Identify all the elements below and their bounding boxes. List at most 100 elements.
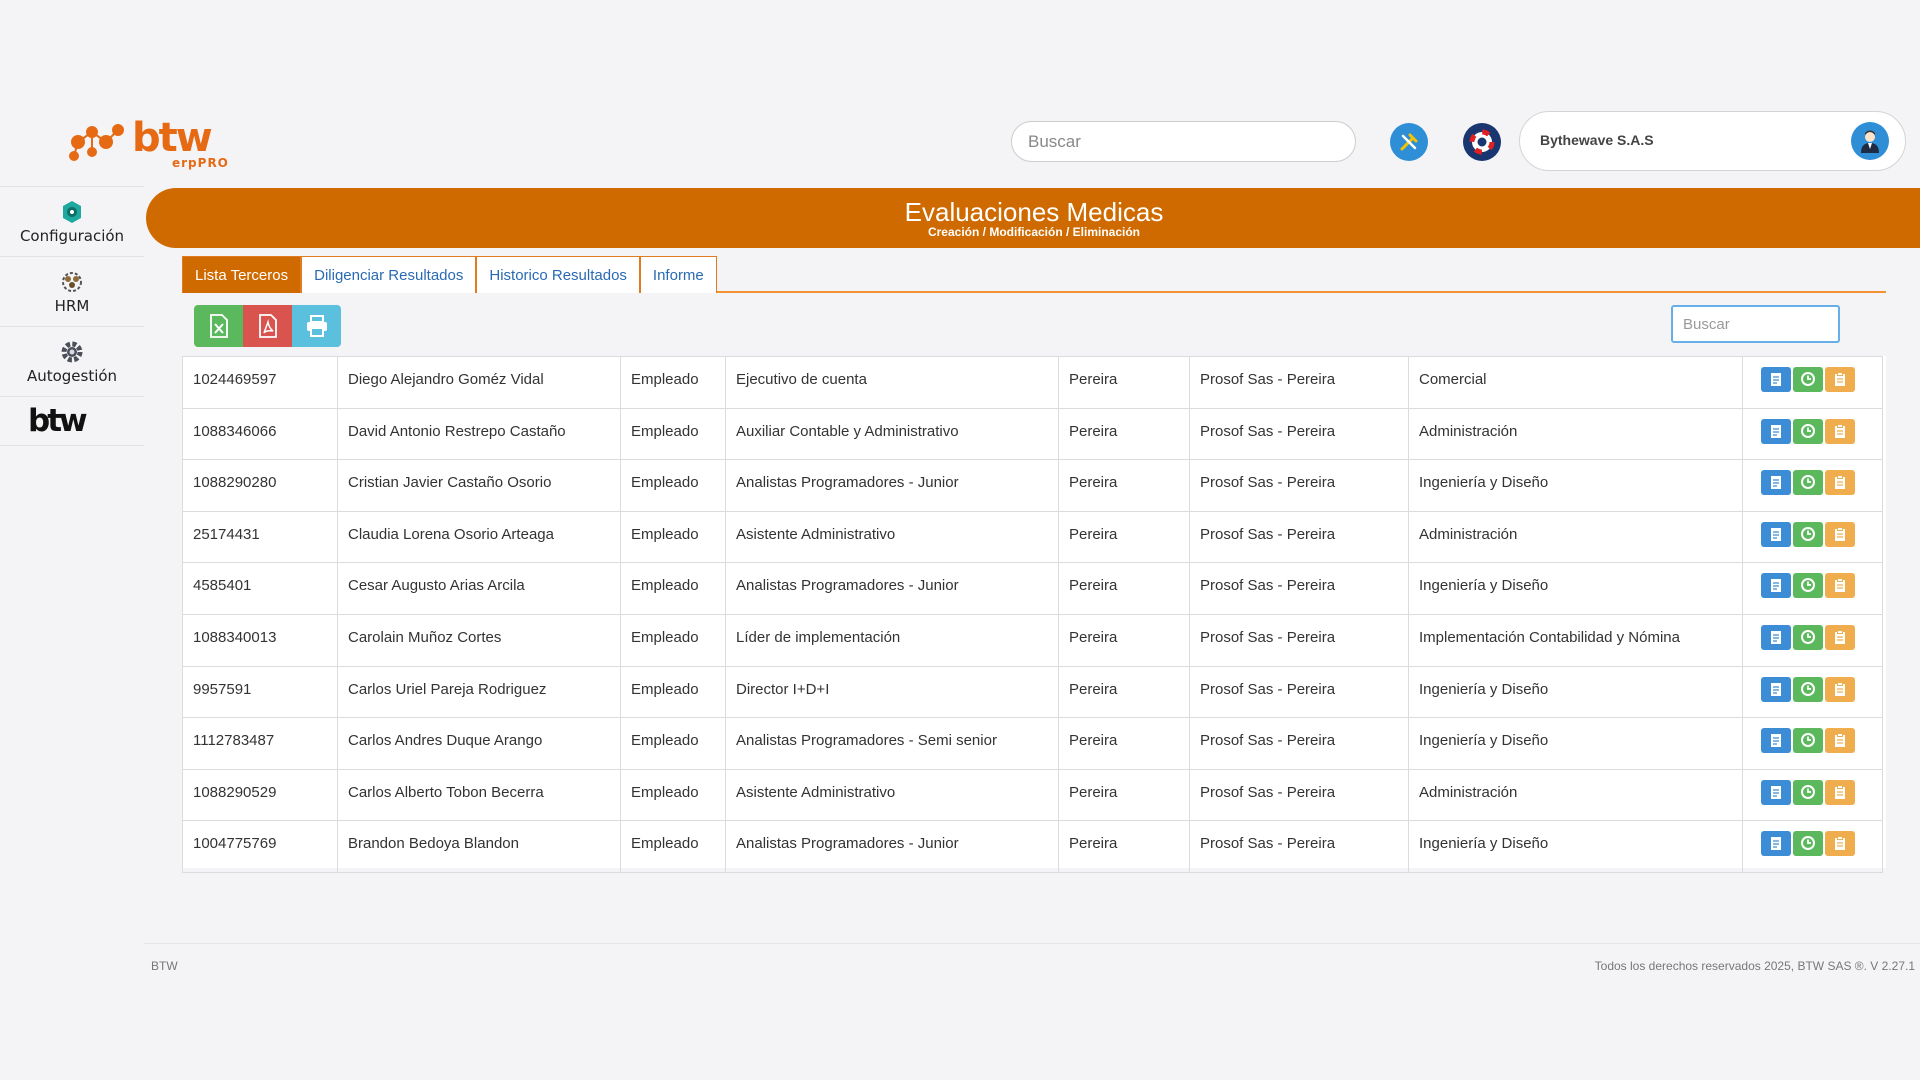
- history-button[interactable]: [1793, 573, 1823, 599]
- cell-tipo: Empleado: [620, 613, 726, 667]
- clipboard-button[interactable]: [1825, 779, 1855, 805]
- sidebar-item-configuracion[interactable]: Configuración: [0, 186, 144, 256]
- cell-cargo: Analistas Programadores - Junior: [725, 562, 1059, 615]
- cell-documento: 1088346066: [182, 407, 338, 461]
- history-button[interactable]: [1793, 624, 1823, 650]
- cell-nombre: Carlos Alberto Tobon Becerra: [337, 768, 621, 822]
- history-button[interactable]: [1793, 470, 1823, 496]
- user-avatar-icon[interactable]: [1851, 122, 1889, 160]
- cell-area: Administración: [1408, 768, 1743, 822]
- cell-tipo: Empleado: [620, 665, 726, 719]
- history-button[interactable]: [1793, 521, 1823, 547]
- history-button[interactable]: [1793, 831, 1823, 857]
- cell-actions: [1742, 613, 1883, 667]
- company-selector[interactable]: Bythewave S.A.S: [1519, 111, 1906, 171]
- cell-documento: 25174431: [182, 510, 338, 564]
- cell-nombre: Carolain Muñoz Cortes: [337, 613, 621, 667]
- history-button[interactable]: [1793, 728, 1823, 754]
- global-search-input[interactable]: [1011, 121, 1356, 162]
- tools-icon[interactable]: [1390, 123, 1428, 161]
- export-pdf-button[interactable]: [243, 305, 292, 347]
- cell-documento: 1004775769: [182, 820, 338, 873]
- table-row: 1088340013 Carolain Muñoz Cortes Empleado L…: [182, 613, 1883, 667]
- edit-document-button[interactable]: [1761, 676, 1791, 702]
- history-button[interactable]: [1793, 779, 1823, 805]
- cell-documento: 1088340013: [182, 613, 338, 667]
- table-row: 1024469597 Diego Alejandro Goméz Vidal Emp…: [182, 356, 1883, 409]
- cell-empresa: Prosof Sas - Pereira: [1189, 562, 1409, 615]
- edit-document-button[interactable]: [1761, 470, 1791, 496]
- cell-area: Implementación Contabilidad y Nómina: [1408, 613, 1743, 667]
- cell-empresa: Prosof Sas - Pereira: [1189, 407, 1409, 461]
- cell-documento: 1024469597: [182, 356, 338, 409]
- cell-nombre: Cristian Javier Castaño Osorio: [337, 459, 621, 512]
- tab-informe[interactable]: Informe: [639, 256, 717, 293]
- history-button[interactable]: [1793, 676, 1823, 702]
- tab-diligenciar-resultados[interactable]: Diligenciar Resultados: [301, 256, 477, 293]
- sidebar: Configuración HRM Autogestión btw: [0, 186, 144, 943]
- clipboard-button[interactable]: [1825, 831, 1855, 857]
- export-button-group: [194, 305, 341, 347]
- clipboard-button[interactable]: [1825, 624, 1855, 650]
- cell-nombre: Carlos Andres Duque Arango: [337, 717, 621, 770]
- cell-area: Ingeniería y Diseño: [1408, 665, 1743, 719]
- cell-nombre: Carlos Uriel Pareja Rodriguez: [337, 665, 621, 719]
- main-content: Evaluaciones Medicas Creación / Modifica…: [144, 186, 1920, 943]
- edit-document-button[interactable]: [1761, 367, 1791, 392]
- export-excel-button[interactable]: [194, 305, 243, 347]
- edit-document-button[interactable]: [1761, 728, 1791, 754]
- sidebar-brand-logo[interactable]: btw: [0, 396, 144, 446]
- edit-document-button[interactable]: [1761, 831, 1791, 857]
- history-button[interactable]: [1793, 367, 1823, 392]
- cell-nombre: Claudia Lorena Osorio Arteaga: [337, 510, 621, 564]
- cell-empresa: Prosof Sas - Pereira: [1189, 356, 1409, 409]
- lifebuoy-icon[interactable]: [1463, 123, 1501, 161]
- clipboard-button[interactable]: [1825, 367, 1855, 392]
- cell-tipo: Empleado: [620, 459, 726, 512]
- print-icon: [306, 315, 327, 337]
- cell-documento: 1088290529: [182, 768, 338, 822]
- edit-document-button[interactable]: [1761, 418, 1791, 444]
- company-name: Bythewave S.A.S: [1540, 132, 1654, 148]
- table-row: 4585401 Cesar Augusto Arias Arcila Emplead…: [182, 562, 1883, 615]
- cell-actions: [1742, 562, 1883, 615]
- terceros-table-wrapper: 1024469597 Diego Alejandro Goméz Vidal Emp…: [182, 356, 1886, 873]
- cell-tipo: Empleado: [620, 562, 726, 615]
- erp-logo[interactable]: btw erpPRO: [68, 115, 228, 170]
- brand-text: btw: [132, 115, 213, 161]
- table-row: 1112783487 Carlos Andres Duque Arango Empl…: [182, 717, 1883, 770]
- table-search-input[interactable]: [1671, 305, 1840, 343]
- cell-ciudad: Pereira: [1058, 665, 1190, 719]
- edit-document-button[interactable]: [1761, 521, 1791, 547]
- edit-document-button[interactable]: [1761, 573, 1791, 599]
- excel-icon: [209, 314, 228, 338]
- tab-historico-resultados[interactable]: Historico Resultados: [476, 256, 640, 293]
- edit-document-button[interactable]: [1761, 624, 1791, 650]
- tab-lista-terceros[interactable]: Lista Terceros: [182, 256, 302, 293]
- table-row: 25174431 Claudia Lorena Osorio Arteaga Emp…: [182, 510, 1883, 564]
- cell-area: Administración: [1408, 407, 1743, 461]
- cell-ciudad: Pereira: [1058, 820, 1190, 873]
- sidebar-item-hrm[interactable]: HRM: [0, 256, 144, 326]
- cell-empresa: Prosof Sas - Pereira: [1189, 510, 1409, 564]
- cell-actions: [1742, 407, 1883, 461]
- sidebar-item-autogestion[interactable]: Autogestión: [0, 326, 144, 396]
- people-icon: [59, 268, 85, 294]
- clipboard-button[interactable]: [1825, 470, 1855, 496]
- footer-copyright: Todos los derechos reservados 2025, BTW …: [1594, 959, 1915, 973]
- clipboard-button[interactable]: [1825, 676, 1855, 702]
- cell-actions: [1742, 768, 1883, 822]
- molecule-logo-icon: [69, 124, 124, 161]
- cell-ciudad: Pereira: [1058, 459, 1190, 512]
- edit-document-button[interactable]: [1761, 779, 1791, 805]
- clipboard-button[interactable]: [1825, 521, 1855, 547]
- print-button[interactable]: [292, 305, 341, 347]
- cell-cargo: Líder de implementación: [725, 613, 1059, 667]
- gear-icon: [60, 198, 84, 224]
- clipboard-button[interactable]: [1825, 418, 1855, 444]
- clipboard-button[interactable]: [1825, 728, 1855, 754]
- cell-empresa: Prosof Sas - Pereira: [1189, 459, 1409, 512]
- history-button[interactable]: [1793, 418, 1823, 444]
- cell-tipo: Empleado: [620, 356, 726, 409]
- clipboard-button[interactable]: [1825, 573, 1855, 599]
